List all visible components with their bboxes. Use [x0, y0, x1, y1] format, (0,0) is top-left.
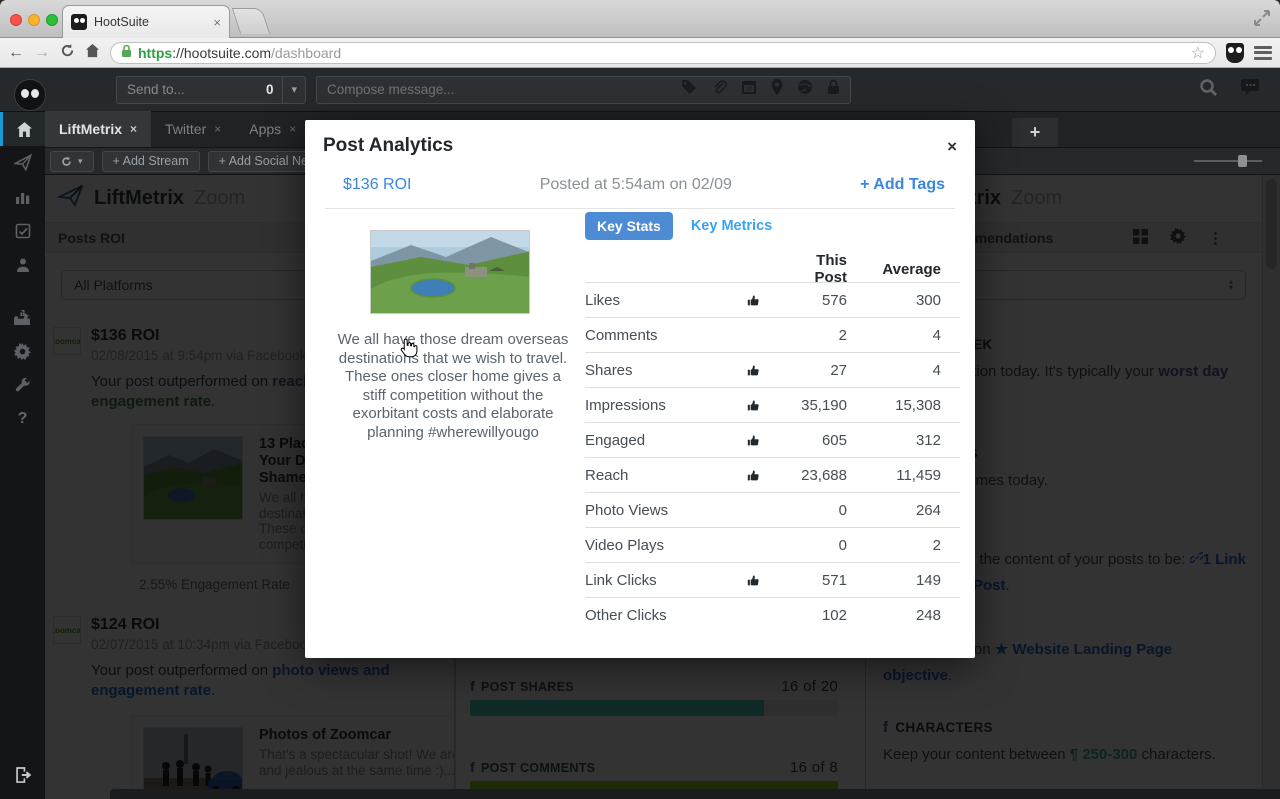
refresh-chevron-icon: ▾: [78, 155, 83, 166]
privacy-lock-icon[interactable]: [827, 79, 840, 100]
bookmark-star-icon[interactable]: ☆: [1191, 43, 1205, 63]
col-this-post: This Post: [814, 252, 847, 286]
mouse-cursor: [396, 337, 418, 359]
logout-icon[interactable]: [0, 758, 45, 792]
browser-urlbar: ← → https://hootsuite.com/dashboard ☆: [0, 38, 1280, 68]
compose-placeholder: Compose message...: [327, 82, 455, 97]
add-stream-button[interactable]: + Add Stream: [101, 150, 200, 172]
window-zoom-button[interactable]: [46, 14, 58, 26]
sidebar-item-contacts[interactable]: [0, 248, 45, 282]
col-average: Average: [882, 260, 941, 278]
tab-twitter[interactable]: Twitter ×: [151, 111, 235, 147]
refresh-icon[interactable]: [60, 43, 75, 63]
hootsuite-toolbar: Send to... 0 ▾ Compose message... 30: [0, 68, 1280, 112]
table-row: Reach 23,688 11,459: [585, 457, 960, 492]
lock-icon: [121, 44, 132, 61]
modal-close-icon[interactable]: ×: [947, 138, 957, 155]
sidebar-item-analytics[interactable]: [0, 180, 45, 214]
sidebar-item-assignments[interactable]: [0, 214, 45, 248]
thumbs-up-icon: [747, 364, 785, 377]
search-icon[interactable]: [1199, 78, 1218, 102]
tab-apps[interactable]: Apps ×: [235, 111, 310, 147]
table-row: Other Clicks 102 248: [585, 597, 960, 632]
window-resize-icon[interactable]: [1252, 8, 1272, 28]
posted-timestamp: Posted at 5:54am on 02/09: [539, 176, 732, 193]
add-tab-button[interactable]: +: [1012, 118, 1058, 147]
tab-close-icon[interactable]: ×: [214, 122, 221, 136]
thumbs-up-icon: [747, 294, 785, 307]
thumbs-up-icon: [747, 434, 785, 447]
calendar-icon[interactable]: 30: [741, 79, 757, 100]
table-row: Photo Views 0 264: [585, 492, 960, 527]
window-close-button[interactable]: [10, 14, 22, 26]
new-tab-button[interactable]: [231, 8, 271, 34]
table-row: Link Clicks 571 149: [585, 562, 960, 597]
hootsuite-favicon: [71, 14, 87, 30]
table-row: Comments 24: [585, 317, 960, 352]
home-icon[interactable]: [85, 43, 100, 63]
divider: [325, 208, 955, 209]
send-to-placeholder: Send to...: [127, 82, 185, 97]
sidebar-item-apps[interactable]: [0, 300, 45, 334]
tab-close-icon[interactable]: ×: [213, 16, 221, 29]
tab-liftmetrix[interactable]: LiftMetrix ×: [45, 111, 152, 147]
send-to-field[interactable]: Send to... 0 ▾: [116, 75, 306, 104]
back-icon[interactable]: ←: [8, 44, 24, 61]
slider-handle[interactable]: [1238, 155, 1247, 167]
screen: HootSuite × ← → https://hootsuite.com/da…: [0, 0, 1280, 799]
forward-icon[interactable]: →: [34, 44, 50, 61]
table-row: Impressions 35,190 15,308: [585, 387, 960, 422]
table-header-row: This Post Average: [585, 252, 960, 286]
url-field[interactable]: https://hootsuite.com/dashboard ☆: [110, 41, 1216, 64]
hootsuite-logo[interactable]: [14, 78, 46, 111]
tab-key-metrics[interactable]: Key Metrics: [691, 218, 772, 234]
thumbs-up-icon: [747, 574, 785, 587]
tab-close-icon[interactable]: ×: [130, 122, 137, 136]
browser-titlebar: HootSuite ×: [0, 0, 1280, 38]
browser-menu-icon[interactable]: [1254, 45, 1272, 60]
sidebar-item-publisher[interactable]: [0, 146, 45, 180]
chat-icon[interactable]: [1240, 78, 1260, 101]
globe-icon[interactable]: [797, 79, 813, 100]
location-icon[interactable]: [771, 79, 783, 100]
thumbs-up-icon: [747, 469, 785, 482]
window-minimize-button[interactable]: [28, 14, 40, 26]
table-row: Shares 27 4: [585, 352, 960, 387]
sidebar-item-tools[interactable]: [0, 368, 45, 402]
table-row: Video Plays 02: [585, 527, 960, 562]
tag-icon[interactable]: [681, 79, 697, 100]
table-row: Likes 576 300: [585, 282, 960, 317]
minimized-bottom-bar[interactable]: [110, 789, 1280, 799]
sidebar: ?: [0, 112, 45, 799]
sidebar-item-streams[interactable]: [0, 112, 45, 146]
tab-close-icon[interactable]: ×: [289, 122, 296, 136]
browser-tab-title: HootSuite: [94, 15, 149, 29]
post-caption: We all have those dream overseas destina…: [337, 331, 569, 441]
key-stats-table: This Post Average Likes 576 300 Comments …: [585, 252, 960, 632]
url-text: https://hootsuite.com/dashboard: [138, 44, 342, 61]
hootlet-extension-icon[interactable]: [1226, 42, 1244, 63]
post-analytics-modal: Post Analytics × $136 ROI Posted at 5:54…: [305, 120, 975, 658]
add-tags-button[interactable]: + Add Tags: [860, 176, 945, 194]
post-image: [370, 230, 530, 314]
attachment-icon[interactable]: [711, 79, 727, 100]
modal-title: Post Analytics: [323, 135, 454, 156]
tab-key-stats[interactable]: Key Stats: [585, 212, 673, 240]
thumbs-up-icon: [747, 399, 785, 412]
refresh-streams-button[interactable]: ▾: [50, 150, 94, 172]
roi-link[interactable]: $136 ROI: [343, 176, 411, 194]
send-to-count: 0: [265, 82, 274, 97]
sidebar-item-settings[interactable]: [0, 334, 45, 368]
column-width-slider[interactable]: [1194, 155, 1262, 167]
table-row: Engaged 605 312: [585, 422, 960, 457]
sidebar-item-help[interactable]: ?: [0, 402, 45, 436]
send-to-chevron-icon[interactable]: ▾: [282, 76, 305, 103]
compose-message-field[interactable]: Compose message... 30: [316, 75, 851, 104]
browser-tab[interactable]: HootSuite ×: [62, 5, 230, 38]
svg-text:30: 30: [746, 87, 753, 93]
